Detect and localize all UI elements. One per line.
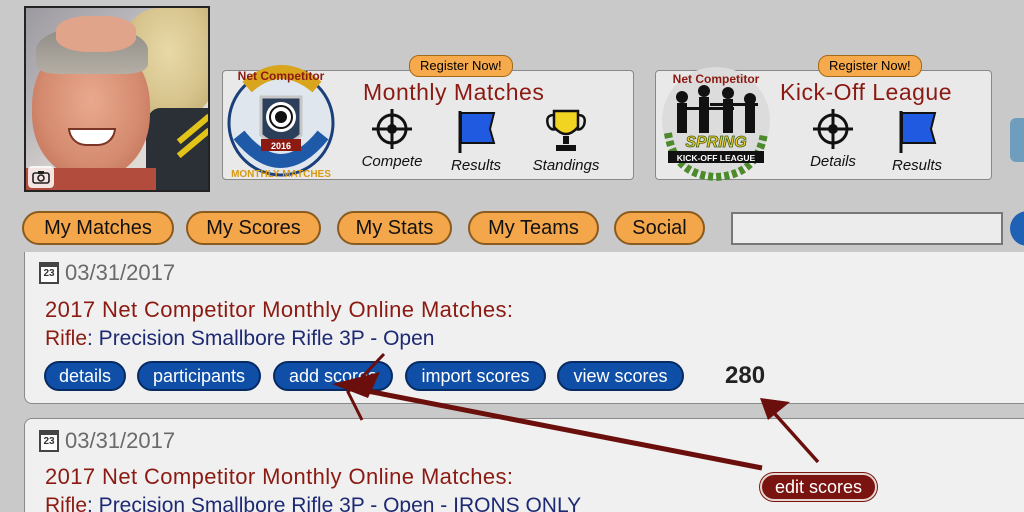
match-title[interactable]: 2017 Net Competitor Monthly Online Match…	[45, 464, 513, 490]
standings-label: Standings	[532, 157, 600, 174]
kickoff-league-panel: Net Competitor SPRING KICK-OFF LEAGUE Re…	[655, 55, 992, 182]
discipline-type: Rifle	[45, 494, 88, 512]
badge-bottom-text: KICK-OFF LEAGUE	[677, 153, 756, 163]
monthly-compete-link[interactable]: Compete	[351, 109, 433, 170]
match-title[interactable]: 2017 Net Competitor Monthly Online Match…	[45, 297, 513, 323]
badge-spring: SPRING	[685, 134, 746, 151]
nav-social[interactable]: Social	[614, 211, 705, 245]
crosshair-icon	[813, 109, 853, 149]
match-discipline: Rifle: Precision Smallbore Rifle 3P - Op…	[45, 494, 581, 512]
monthly-matches-panel: 2016 Net Competitor MONTHLY MATCHES Regi…	[222, 55, 634, 180]
badge-top-text: Net Competitor	[238, 69, 325, 83]
calendar-icon: 23	[39, 262, 59, 284]
match-date: 03/31/2017	[65, 260, 176, 285]
discipline-type: Rifle	[45, 327, 88, 350]
nav-my-teams[interactable]: My Teams	[468, 211, 599, 245]
flag-icon	[458, 111, 496, 153]
match-score: 280	[725, 362, 766, 389]
results-label: Results	[450, 157, 502, 174]
monthly-matches-badge[interactable]: 2016 Net Competitor MONTHLY MATCHES	[217, 57, 349, 187]
match-date-row: 23 03/31/2017	[39, 260, 175, 286]
monthly-matches-title[interactable]: Monthly Matches	[363, 79, 544, 106]
match-card: 23 03/31/2017 2017 Net Competitor Monthl…	[24, 252, 1024, 404]
kickoff-results-link[interactable]: Results	[876, 109, 958, 174]
badge-top-text: Net Competitor	[673, 72, 760, 86]
badge-bottom-text: MONTHLY MATCHES	[231, 169, 331, 180]
camera-icon[interactable]	[28, 166, 54, 188]
nav-my-scores[interactable]: My Scores	[186, 211, 321, 245]
search-input[interactable]	[731, 212, 1003, 245]
import-scores-button[interactable]: import scores	[405, 361, 546, 391]
nav-my-matches[interactable]: My Matches	[22, 211, 174, 245]
edit-scores-button[interactable]: edit scores	[760, 473, 877, 501]
kickoff-league-title[interactable]: Kick-Off League	[780, 79, 952, 106]
match-discipline: Rifle: Precision Smallbore Rifle 3P - Op…	[45, 327, 434, 351]
monthly-standings-link[interactable]: Standings	[525, 109, 607, 174]
kickoff-league-badge[interactable]: Net Competitor SPRING KICK-OFF LEAGUE	[654, 63, 780, 183]
flag-icon	[899, 111, 937, 153]
kickoff-register-button[interactable]: Register Now!	[818, 55, 922, 77]
hand	[56, 16, 136, 52]
crosshair-icon	[372, 109, 412, 149]
kickoff-details-link[interactable]: Details	[792, 109, 874, 170]
match-card: 23 03/31/2017 2017 Net Competitor Monthl…	[24, 418, 1024, 512]
add-scores-button[interactable]: add scores	[273, 361, 393, 391]
search-button[interactable]	[1010, 211, 1024, 246]
trophy-icon	[546, 109, 586, 151]
nav-my-stats[interactable]: My Stats	[337, 211, 452, 245]
badge-year: 2016	[271, 141, 291, 151]
profile-avatar[interactable]	[24, 6, 210, 192]
match-date-row: 23 03/31/2017	[39, 428, 175, 454]
match-date: 03/31/2017	[65, 428, 176, 453]
monthly-register-button[interactable]: Register Now!	[409, 55, 513, 77]
calendar-icon: 23	[39, 430, 59, 452]
discipline-name: : Precision Smallbore Rifle 3P - Open - …	[87, 494, 582, 512]
compete-label: Compete	[361, 153, 423, 170]
monthly-results-link[interactable]: Results	[435, 109, 517, 174]
view-scores-button[interactable]: view scores	[557, 361, 684, 391]
results-label: Results	[891, 157, 943, 174]
participants-button[interactable]: participants	[137, 361, 261, 391]
partial-side-icon[interactable]	[1010, 118, 1024, 162]
discipline-name: : Precision Smallbore Rifle 3P - Open	[87, 327, 435, 350]
details-label: Details	[810, 153, 856, 170]
details-button[interactable]: details	[44, 361, 126, 391]
